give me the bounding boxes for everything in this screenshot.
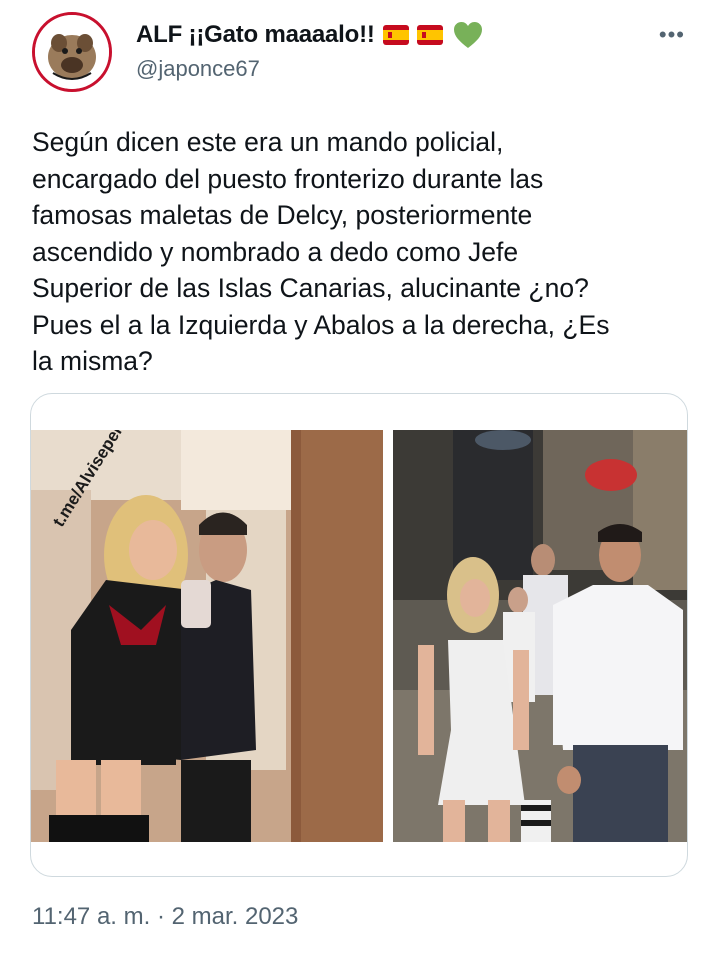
spain-flag-icon bbox=[382, 25, 409, 45]
tweet-header: ALF ¡¡Gato maaaalo!! @japonce67 bbox=[136, 18, 483, 82]
user-handle[interactable]: @japonce67 bbox=[136, 56, 483, 82]
right-photo[interactable] bbox=[393, 430, 687, 842]
tweet-timestamp[interactable]: 11:47 a. m. · 2 mar. 2023 bbox=[32, 903, 298, 931]
tweet: ALF ¡¡Gato maaaalo!! @japonce67 ••• Segú… bbox=[0, 0, 717, 960]
media-card[interactable]: t.me/Alviseperez bbox=[30, 393, 688, 877]
display-name[interactable]: ALF ¡¡Gato maaaalo!! bbox=[136, 21, 375, 49]
green-heart-icon bbox=[453, 21, 483, 49]
spain-flag-icon bbox=[416, 25, 443, 45]
more-options-icon[interactable]: ••• bbox=[659, 22, 685, 48]
avatar[interactable] bbox=[32, 12, 112, 92]
tweet-text: Según dicen este era un mando policial, … bbox=[32, 127, 610, 376]
display-name-row: ALF ¡¡Gato maaaalo!! bbox=[136, 18, 483, 52]
left-photo[interactable]: t.me/Alviseperez bbox=[31, 430, 383, 842]
